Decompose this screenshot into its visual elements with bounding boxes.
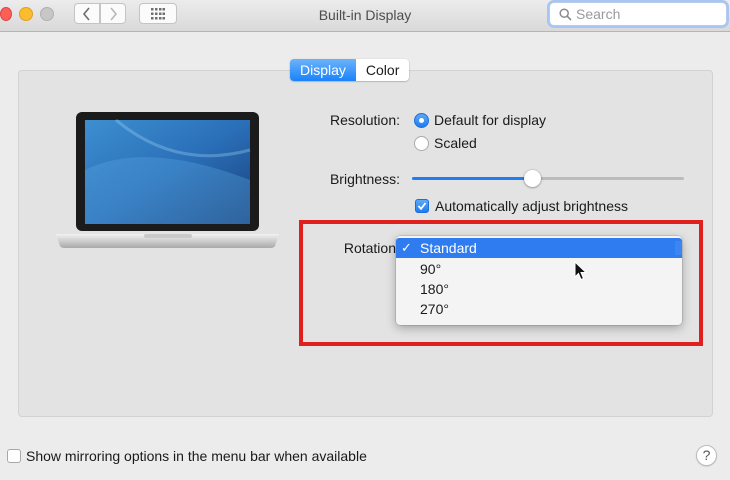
tab-display[interactable]: Display bbox=[290, 59, 356, 81]
laptop-icon bbox=[56, 112, 279, 248]
pointer-cursor-icon bbox=[574, 261, 588, 281]
mirroring-label[interactable]: Show mirroring options in the menu bar w… bbox=[26, 448, 367, 464]
radio-scaled[interactable] bbox=[414, 136, 429, 151]
search-icon bbox=[559, 8, 572, 21]
resolution-label: Resolution: bbox=[329, 112, 400, 128]
tab-color[interactable]: Color bbox=[355, 59, 410, 81]
checkmark-icon bbox=[417, 202, 427, 211]
radio-default-for-display[interactable] bbox=[414, 113, 429, 128]
resolution-option-default[interactable]: Default for display bbox=[434, 112, 546, 128]
resolution-option-scaled[interactable]: Scaled bbox=[434, 135, 477, 151]
brightness-slider[interactable] bbox=[412, 170, 684, 187]
brightness-slider-knob[interactable] bbox=[523, 170, 541, 187]
auto-brightness-checkbox[interactable] bbox=[415, 199, 429, 213]
rotation-highlight-box bbox=[299, 220, 703, 346]
auto-brightness-label[interactable]: Automatically adjust brightness bbox=[435, 198, 628, 214]
help-icon: ? bbox=[702, 447, 711, 463]
mirroring-checkbox[interactable] bbox=[7, 449, 21, 463]
help-button[interactable]: ? bbox=[696, 445, 717, 466]
title-bar: Built-in Display bbox=[0, 0, 730, 32]
search-input[interactable] bbox=[576, 5, 716, 23]
tab-bar: Display Color bbox=[290, 59, 410, 81]
search-field[interactable] bbox=[549, 2, 727, 26]
brightness-slider-fill bbox=[412, 177, 532, 180]
brightness-label: Brightness: bbox=[329, 171, 400, 187]
